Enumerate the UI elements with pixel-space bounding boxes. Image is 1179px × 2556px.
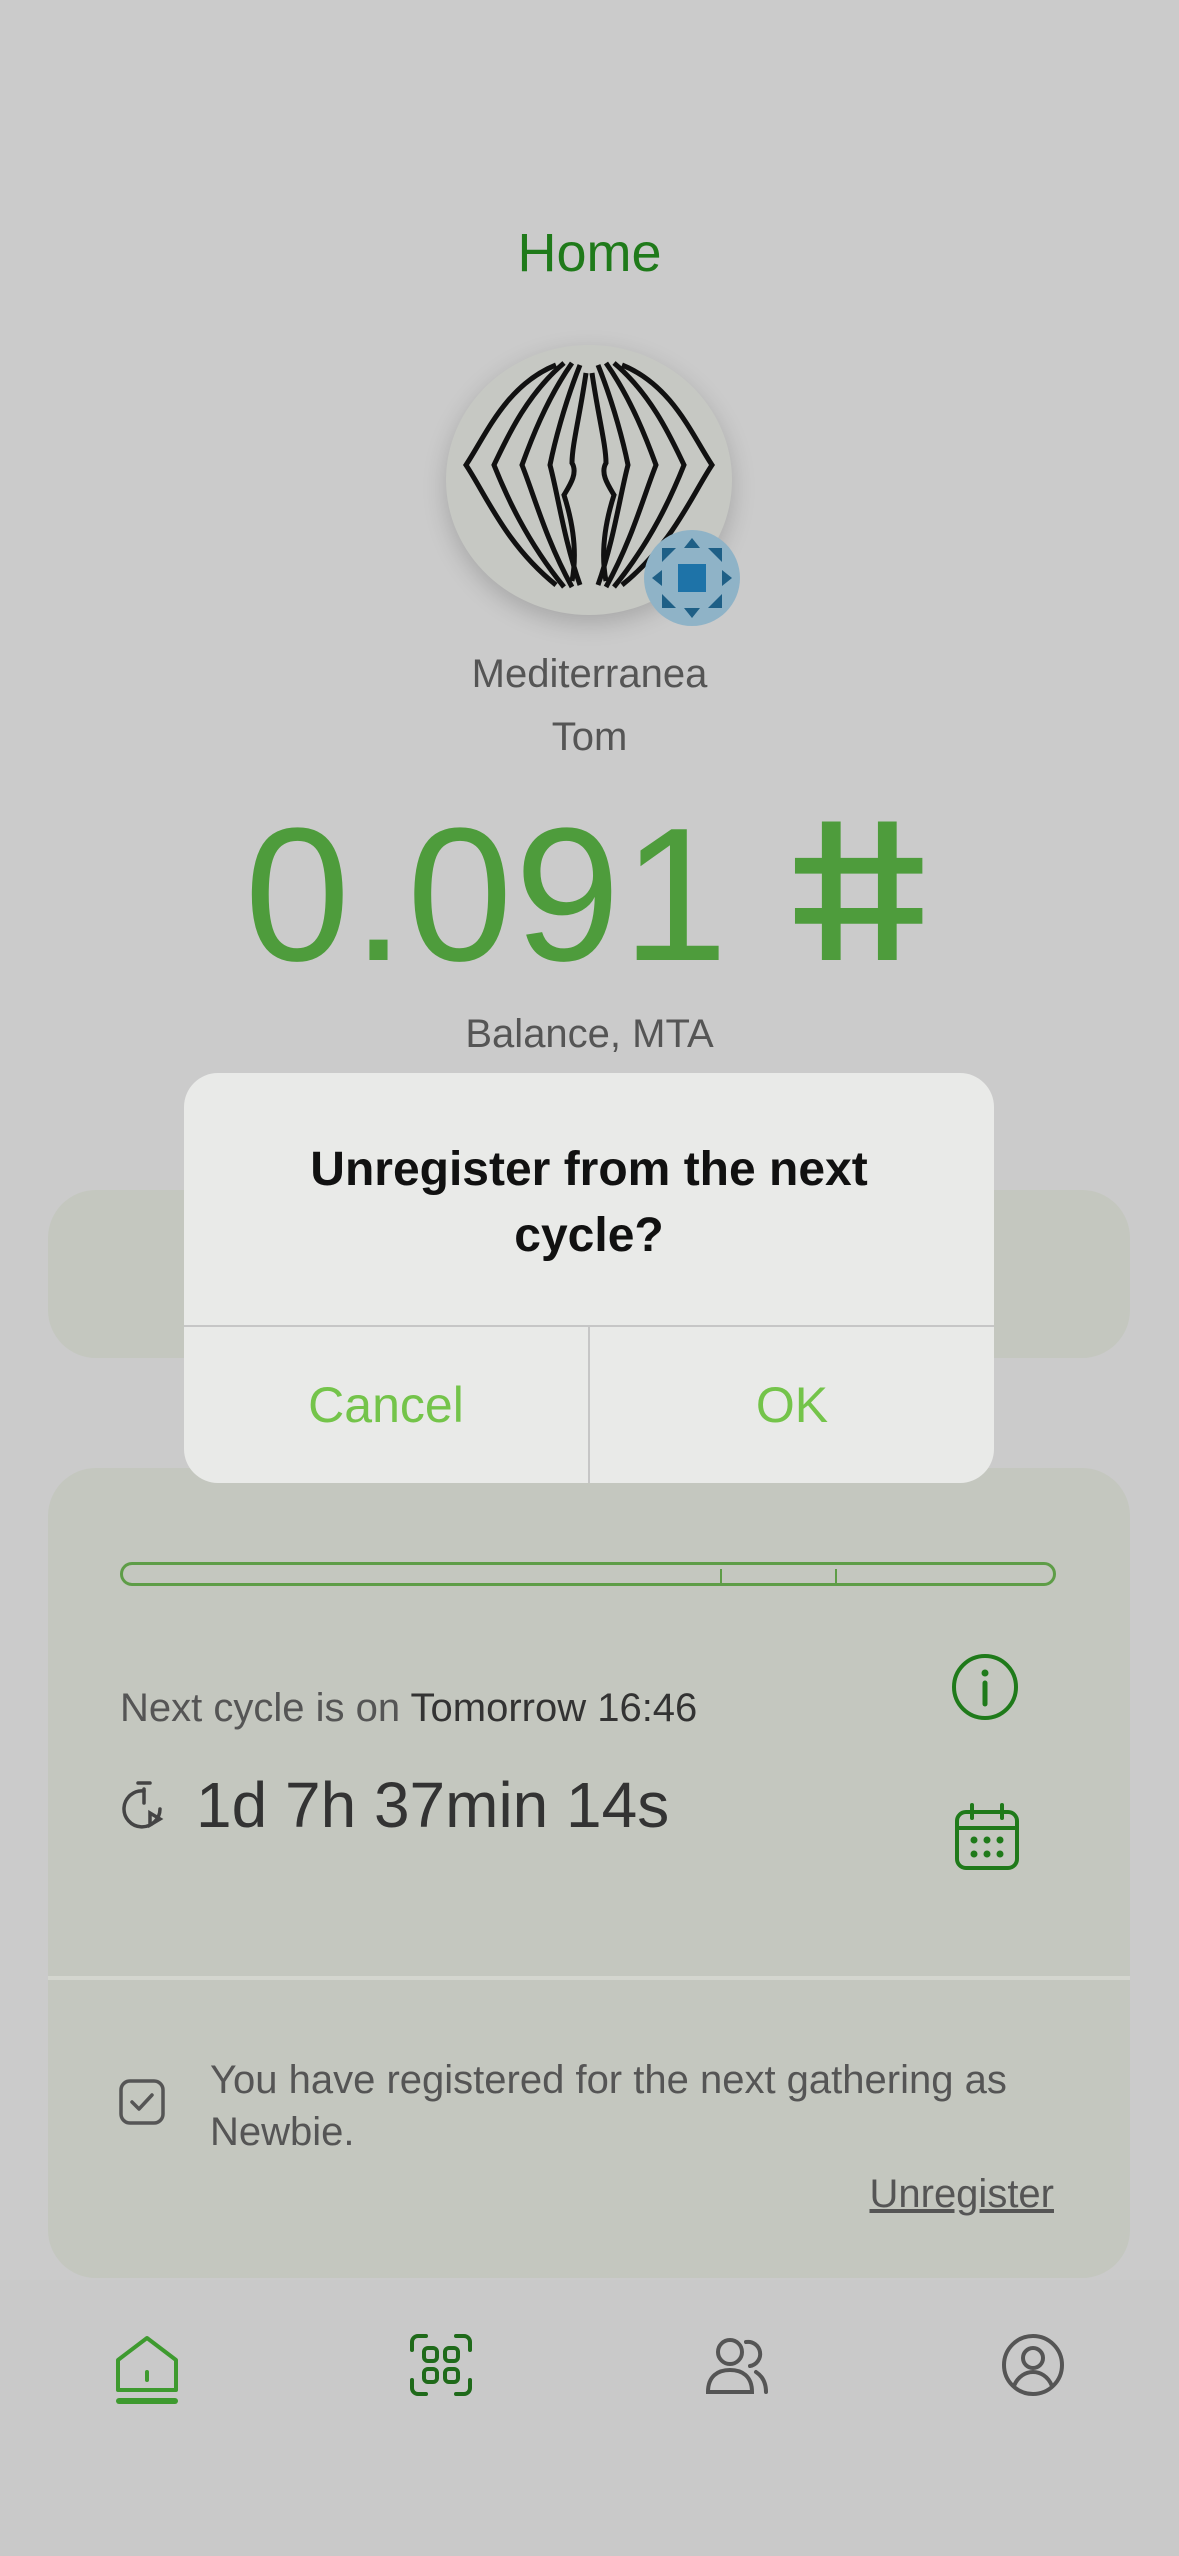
next-cycle-prefix: Next cycle is on bbox=[120, 1686, 401, 1730]
ok-button[interactable]: OK bbox=[590, 1327, 994, 1483]
balance-label: Balance, MTA bbox=[465, 1012, 714, 1056]
checkbox-checked-icon bbox=[119, 2079, 165, 2125]
username: Tom bbox=[551, 715, 628, 759]
cancel-button[interactable]: Cancel bbox=[184, 1327, 588, 1483]
card-divider bbox=[48, 1976, 1130, 1980]
page-title: Home bbox=[517, 223, 662, 283]
community-badge-icon bbox=[644, 530, 740, 626]
tab-home[interactable] bbox=[112, 2332, 182, 2404]
tab-contacts[interactable] bbox=[704, 2332, 774, 2402]
currency-symbol: ⵌ bbox=[784, 789, 935, 1001]
info-icon[interactable] bbox=[950, 1652, 1020, 1722]
scan-icon bbox=[410, 2334, 472, 2396]
unregister-link[interactable]: Unregister bbox=[869, 2172, 1054, 2217]
calendar-icon[interactable] bbox=[954, 1802, 1020, 1872]
balance-amount: 0.091 ⵌ bbox=[0, 800, 1179, 990]
unregister-confirm-dialog: Unregister from the next cycle? Cancel O… bbox=[184, 1073, 994, 1483]
tab-bar bbox=[0, 2280, 1179, 2556]
progress-tick bbox=[835, 1569, 837, 1583]
countdown-value: 1d 7h 37min 14s bbox=[196, 1769, 670, 1841]
community-avatar[interactable] bbox=[446, 345, 740, 626]
next-cycle-time: Tomorrow 16:46 bbox=[410, 1686, 698, 1730]
contacts-icon bbox=[705, 2338, 768, 2394]
timer-icon bbox=[122, 1781, 164, 1829]
home-icon bbox=[116, 2336, 178, 2404]
tab-scan[interactable] bbox=[408, 2332, 478, 2402]
community-name: Mediterranea bbox=[471, 652, 708, 696]
cycle-progress-bar bbox=[120, 1562, 1056, 1586]
dialog-title: Unregister from the next cycle? bbox=[310, 1143, 868, 1262]
registration-message: You have registered for the next gatheri… bbox=[210, 2058, 1007, 2154]
profile-icon bbox=[1002, 2334, 1064, 2396]
balance-value: 0.091 bbox=[244, 789, 730, 1001]
countdown: 1d 7h 37min 14s bbox=[120, 1768, 669, 1842]
tab-profile[interactable] bbox=[1000, 2332, 1070, 2402]
progress-tick bbox=[720, 1569, 722, 1583]
cycle-card: Next cycle is on Tomorrow 16:46 1d 7h 37… bbox=[48, 1468, 1130, 2278]
next-cycle-text: Next cycle is on Tomorrow 16:46 bbox=[120, 1686, 697, 1731]
